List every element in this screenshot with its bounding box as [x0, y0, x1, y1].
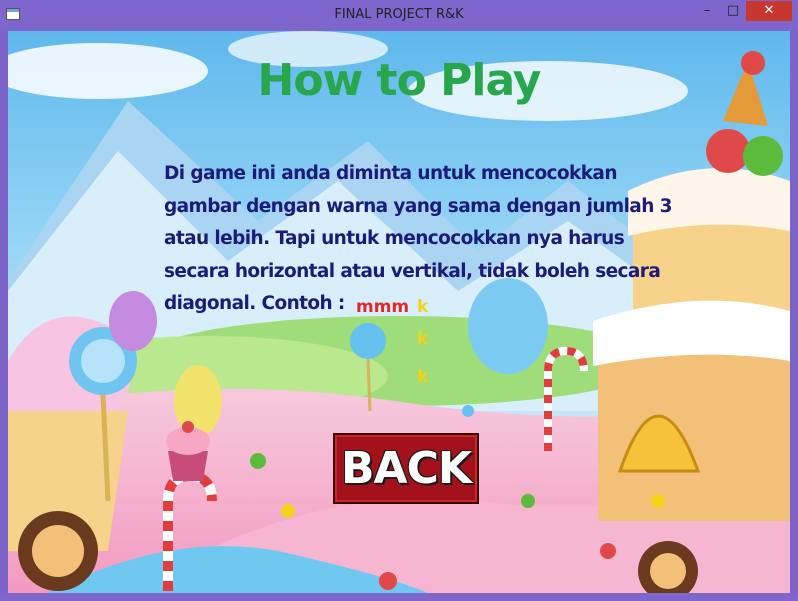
window-frame-bottom	[0, 593, 798, 601]
title-bar: FINAL PROJECT R&K – □ ✕	[0, 0, 798, 31]
page-title: How to Play	[257, 55, 542, 106]
window-title: FINAL PROJECT R&K	[334, 7, 464, 22]
maximize-icon: □	[726, 3, 740, 18]
close-icon: ✕	[763, 3, 775, 18]
example-horizontal-match: mmm	[356, 297, 410, 317]
maximize-button[interactable]: □	[720, 1, 746, 21]
back-button[interactable]: BACK	[333, 433, 479, 504]
close-button[interactable]: ✕	[746, 1, 792, 21]
example-vertical-match-3: k	[417, 367, 429, 387]
game-canvas: How to Play Di game ini anda diminta unt…	[8, 31, 790, 593]
minimize-button[interactable]: –	[694, 1, 720, 21]
example-vertical-match-1: k	[417, 297, 429, 317]
minimize-icon: –	[703, 3, 711, 18]
back-button-label: BACK	[341, 443, 472, 494]
example-vertical-match-2: k	[417, 329, 429, 349]
